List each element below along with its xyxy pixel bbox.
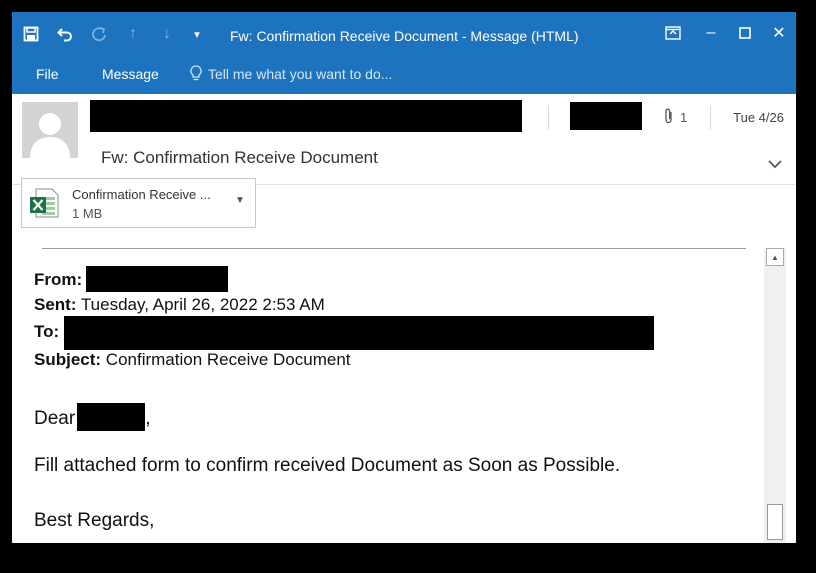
quick-access-toolbar: ↑ ↓ ▾ (18, 22, 210, 46)
subject-value: Confirmation Receive Document (105, 350, 351, 369)
paperclip-icon (664, 108, 674, 127)
outlook-message-window: ↑ ↓ ▾ Fw: Confirmation Receive Document … (12, 12, 796, 543)
redacted-to (64, 316, 654, 350)
sent-value: Tuesday, April 26, 2022 2:53 AM (80, 295, 325, 314)
scroll-up-icon[interactable]: ▲ (766, 248, 784, 266)
body-divider (42, 248, 746, 249)
message-subject: Fw: Confirmation Receive Document (101, 148, 378, 167)
redacted-recipient (570, 102, 642, 130)
attachment-size: 1 MB (72, 206, 103, 221)
minimize-button[interactable]: – (694, 20, 728, 46)
up-arrow-icon[interactable]: ↑ (120, 22, 146, 46)
undo-icon[interactable] (52, 22, 78, 46)
window-title: Fw: Confirmation Receive Document - Mess… (230, 28, 579, 44)
to-label: To: (34, 322, 60, 341)
tab-message[interactable]: Message (102, 66, 159, 82)
message-header: 1 Tue 4/26 Fw: Confirmation Receive Docu… (12, 94, 796, 185)
lightbulb-icon (190, 64, 202, 84)
from-label: From: (34, 270, 83, 289)
subject-label: Subject: (34, 350, 102, 369)
to-line: To: (34, 322, 59, 342)
close-button[interactable]: ✕ (762, 20, 796, 46)
maximize-button[interactable] (728, 20, 762, 46)
redacted-recipient-name (77, 403, 146, 431)
attachment-name: Confirmation Receive ... (72, 187, 211, 202)
tell-me-box[interactable]: Tell me what you want to do... (190, 64, 393, 84)
person-icon (22, 102, 78, 158)
customize-icon[interactable]: ▾ (184, 22, 210, 46)
subject-line: Subject: Confirmation Receive Document (34, 350, 351, 370)
greeting-comma: , (145, 408, 151, 429)
attachment-indicator: 1 (664, 108, 687, 127)
greeting-line: Dear, (34, 403, 150, 431)
header-separator (710, 106, 711, 130)
redo-icon[interactable] (86, 22, 112, 46)
chevron-down-icon[interactable] (768, 156, 782, 172)
attachment-dropdown-icon[interactable]: ▼ (235, 195, 245, 206)
tell-me-placeholder: Tell me what you want to do... (208, 66, 393, 82)
down-arrow-icon[interactable]: ↓ (154, 22, 180, 46)
redacted-from (86, 266, 228, 292)
closing-line: Best Regards, (34, 510, 155, 531)
attachment-count: 1 (680, 110, 688, 125)
greeting-text: Dear (34, 408, 76, 429)
title-bar: ↑ ↓ ▾ Fw: Confirmation Receive Document … (12, 12, 796, 94)
attachment-card[interactable]: Confirmation Receive ... 1 MB ▼ (21, 178, 256, 228)
from-line: From: (34, 270, 82, 290)
excel-file-icon (28, 187, 60, 219)
message-date: Tue 4/26 (733, 110, 784, 125)
scroll-thumb[interactable] (767, 504, 783, 540)
body-paragraph: Fill attached form to confirm received D… (34, 455, 621, 476)
save-icon[interactable] (18, 22, 44, 46)
header-separator (548, 106, 549, 130)
tab-file[interactable]: File (36, 66, 59, 82)
vertical-scrollbar[interactable]: ▲ (764, 248, 786, 543)
sent-line: Sent: Tuesday, April 26, 2022 2:53 AM (34, 295, 325, 315)
redacted-sender (90, 100, 522, 132)
avatar[interactable] (22, 102, 78, 158)
window-controls: – ✕ (656, 20, 796, 46)
sent-label: Sent: (34, 295, 77, 314)
ribbon-display-options-icon[interactable] (656, 20, 690, 46)
